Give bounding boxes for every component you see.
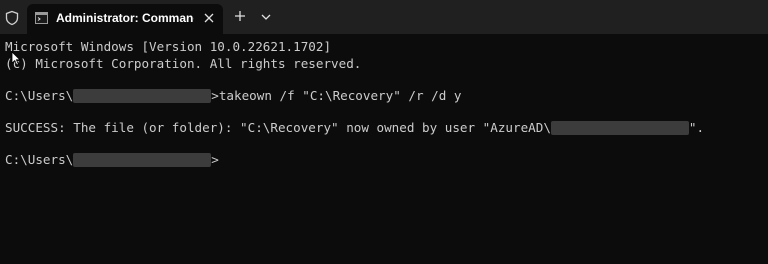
prompt-path: C:\Users\: [5, 152, 74, 167]
plus-icon[interactable]: [233, 9, 247, 23]
prompt-line-2: C:\Users\ >: [5, 151, 219, 168]
prompt-symbol: >: [211, 152, 219, 167]
success-line: SUCCESS: The file (or folder): "C:\Recov…: [5, 119, 704, 136]
chevron-down-icon[interactable]: [260, 12, 272, 22]
prompt-path: C:\Users\: [5, 88, 74, 103]
title-bar: Administrator: Command Pro: [0, 0, 768, 34]
terminal-window: Administrator: Command Pro Microsoft Win…: [0, 0, 768, 264]
terminal-icon: [35, 12, 48, 24]
tab-title: Administrator: Command Pro: [56, 11, 194, 25]
copyright-line: (c) Microsoft Corporation. All rights re…: [5, 56, 362, 71]
redacted-username: [73, 88, 212, 103]
prompt-line-1: C:\Users\ >takeown /f "C:\Recovery" /r /d…: [5, 87, 461, 104]
success-end: ".: [688, 120, 705, 135]
tab-command-prompt[interactable]: Administrator: Command Pro: [27, 4, 223, 34]
shield-icon: [5, 10, 19, 26]
redacted-username: [550, 120, 689, 135]
close-icon[interactable]: [203, 12, 215, 24]
terminal-output[interactable]: Microsoft Windows [Version 10.0.22621.17…: [0, 34, 768, 264]
command-text: >takeown /f "C:\Recovery" /r /d y: [211, 88, 462, 103]
version-line: Microsoft Windows [Version 10.0.22621.17…: [5, 39, 332, 54]
success-text: SUCCESS: The file (or folder): "C:\Recov…: [5, 120, 551, 135]
mouse-cursor-icon: [11, 51, 21, 66]
redacted-username: [73, 152, 212, 167]
